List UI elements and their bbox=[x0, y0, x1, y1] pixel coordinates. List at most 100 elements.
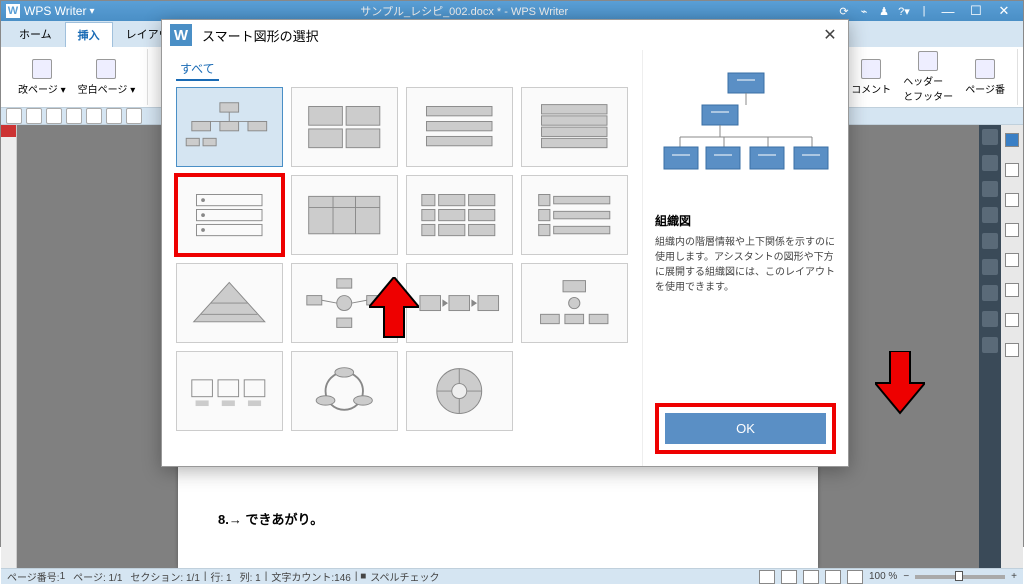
tab-home[interactable]: ホーム bbox=[6, 21, 65, 47]
dialog-title: スマート図形の選択 bbox=[202, 26, 319, 45]
thumbnail-grid bbox=[176, 87, 628, 431]
ok-button-highlight: OK bbox=[655, 403, 836, 454]
panel-icon-2[interactable] bbox=[982, 155, 998, 171]
pagenumber-label: ページ番 bbox=[965, 81, 1005, 96]
view-mode-4-icon[interactable] bbox=[825, 570, 841, 584]
view-mode-2-icon[interactable] bbox=[781, 570, 797, 584]
zoom-value: 100 % bbox=[869, 571, 897, 582]
thumb-matrix[interactable] bbox=[406, 351, 513, 431]
thumb-caption-pictures[interactable] bbox=[176, 351, 283, 431]
blankpage-button[interactable]: 空白ページ ▾ bbox=[72, 57, 142, 98]
app-logo: W bbox=[6, 4, 20, 18]
blankpage-label: 空白ページ ▾ bbox=[78, 81, 136, 96]
annotation-arrow-down bbox=[875, 351, 925, 417]
zoom-slider[interactable] bbox=[915, 575, 1005, 579]
panel-icon-6[interactable] bbox=[982, 259, 998, 275]
strip-icon-1[interactable] bbox=[1005, 133, 1019, 147]
status-chars: 文字カウント:146 bbox=[271, 569, 350, 584]
thumb-org-chart[interactable] bbox=[176, 87, 283, 167]
annotation-arrow-up bbox=[369, 277, 419, 347]
category-all[interactable]: すべて bbox=[176, 58, 219, 81]
vertical-ruler bbox=[1, 125, 17, 568]
panel-icon-3[interactable] bbox=[982, 181, 998, 197]
preview-title: 組織図 bbox=[655, 212, 836, 229]
page-line-8: 8.→ できあがり。 bbox=[218, 509, 778, 528]
thumb-table[interactable] bbox=[291, 175, 398, 255]
close-button[interactable]: ✕ bbox=[990, 1, 1018, 21]
dialog-logo-icon: W bbox=[170, 24, 192, 46]
strip-icon-8[interactable] bbox=[1005, 343, 1019, 357]
qat-print-icon[interactable] bbox=[66, 108, 82, 124]
status-page-value: 1 bbox=[60, 571, 66, 582]
panel-icon-1[interactable] bbox=[982, 129, 998, 145]
help-icon[interactable]: ?▾ bbox=[896, 3, 912, 19]
pagenumber-button[interactable]: ページ番 bbox=[959, 57, 1011, 98]
thumb-hierarchy-2[interactable] bbox=[521, 263, 628, 343]
preview-description: 組織内の階層情報や上下関係を示すのに使用します。アシスタントの図形や下方に展開す… bbox=[655, 235, 836, 295]
thumb-list-3[interactable] bbox=[521, 87, 628, 167]
sync-icon[interactable]: ⟳ bbox=[836, 3, 852, 19]
headerfooter-label: ヘッダー とフッター bbox=[903, 73, 953, 103]
headerfooter-button[interactable]: ヘッダー とフッター bbox=[897, 49, 959, 105]
divider: | bbox=[916, 3, 932, 19]
status-line: 行: 1 bbox=[211, 569, 232, 584]
titlebar: W WPS Writer ▾ サンプル_レシピ_002.docx * - WPS… bbox=[1, 1, 1023, 21]
strip-icon-3[interactable] bbox=[1005, 193, 1019, 207]
dialog-left-panel: すべて bbox=[162, 50, 642, 466]
status-spellcheck: スペルチェック bbox=[370, 569, 439, 584]
dialog-header: W スマート図形の選択 ✕ bbox=[162, 20, 848, 50]
panel-icon-7[interactable] bbox=[982, 285, 998, 301]
right-nav-panel bbox=[979, 125, 1001, 568]
pagebreak-label: 改ページ ▾ bbox=[18, 81, 66, 96]
qat-undo-icon[interactable] bbox=[106, 108, 122, 124]
status-bar: ページ番号: 1 ページ: 1/1 セクション: 1/1 | 行: 1 列: 1… bbox=[1, 568, 1023, 584]
panel-icon-4[interactable] bbox=[982, 207, 998, 223]
user-icon[interactable]: ♟ bbox=[876, 3, 892, 19]
thumb-picture-rows[interactable] bbox=[521, 175, 628, 255]
comment-label: コメント bbox=[851, 81, 891, 96]
qat-redo-icon[interactable] bbox=[126, 108, 142, 124]
status-pages: ページ: 1/1 bbox=[73, 569, 122, 584]
qat-save-icon[interactable] bbox=[46, 108, 62, 124]
pagebreak-button[interactable]: 改ページ ▾ bbox=[12, 57, 72, 98]
thumb-process[interactable] bbox=[406, 263, 513, 343]
strip-icon-5[interactable] bbox=[1005, 253, 1019, 267]
ok-button[interactable]: OK bbox=[665, 413, 826, 444]
thumb-pyramid[interactable] bbox=[176, 263, 283, 343]
zoom-out-icon[interactable]: − bbox=[903, 571, 909, 582]
dialog-right-panel: 組織図 組織内の階層情報や上下関係を示すのに使用します。アシスタントの図形や下方… bbox=[642, 50, 848, 466]
panel-icon-8[interactable] bbox=[982, 311, 998, 327]
qat-preview-icon[interactable] bbox=[86, 108, 102, 124]
thumb-cycle[interactable] bbox=[291, 351, 398, 431]
smart-shape-dialog: W スマート図形の選択 ✕ すべて bbox=[161, 19, 849, 467]
preview-box bbox=[655, 62, 836, 202]
app-name: WPS Writer bbox=[24, 4, 86, 18]
status-col: 列: 1 bbox=[240, 569, 261, 584]
thumb-picture-list[interactable] bbox=[406, 175, 513, 255]
tab-insert[interactable]: 挿入 bbox=[65, 22, 113, 47]
status-page-label: ページ番号: bbox=[7, 569, 60, 584]
status-section: セクション: 1/1 bbox=[130, 569, 199, 584]
thumb-list-2[interactable] bbox=[406, 87, 513, 167]
view-mode-5-icon[interactable] bbox=[847, 570, 863, 584]
panel-icon-5[interactable] bbox=[982, 233, 998, 249]
right-tool-strip bbox=[1001, 125, 1023, 568]
maximize-button[interactable]: ☐ bbox=[962, 1, 990, 21]
panel-icon-9[interactable] bbox=[982, 337, 998, 353]
view-mode-3-icon[interactable] bbox=[803, 570, 819, 584]
document-title: サンプル_レシピ_002.docx * - WPS Writer bbox=[94, 3, 834, 19]
strip-icon-2[interactable] bbox=[1005, 163, 1019, 177]
comment-button[interactable]: コメント bbox=[845, 57, 897, 98]
zoom-in-icon[interactable]: + bbox=[1011, 571, 1017, 582]
qat-open-icon[interactable] bbox=[26, 108, 42, 124]
strip-icon-4[interactable] bbox=[1005, 223, 1019, 237]
bug-icon[interactable]: ⌁ bbox=[856, 3, 872, 19]
view-mode-1-icon[interactable] bbox=[759, 570, 775, 584]
dialog-close-button[interactable]: ✕ bbox=[820, 25, 840, 45]
qat-new-icon[interactable] bbox=[6, 108, 22, 124]
thumb-list-1[interactable] bbox=[291, 87, 398, 167]
strip-icon-7[interactable] bbox=[1005, 313, 1019, 327]
strip-icon-6[interactable] bbox=[1005, 283, 1019, 297]
minimize-button[interactable]: — bbox=[934, 1, 962, 21]
thumb-bullet-list[interactable] bbox=[176, 175, 283, 255]
